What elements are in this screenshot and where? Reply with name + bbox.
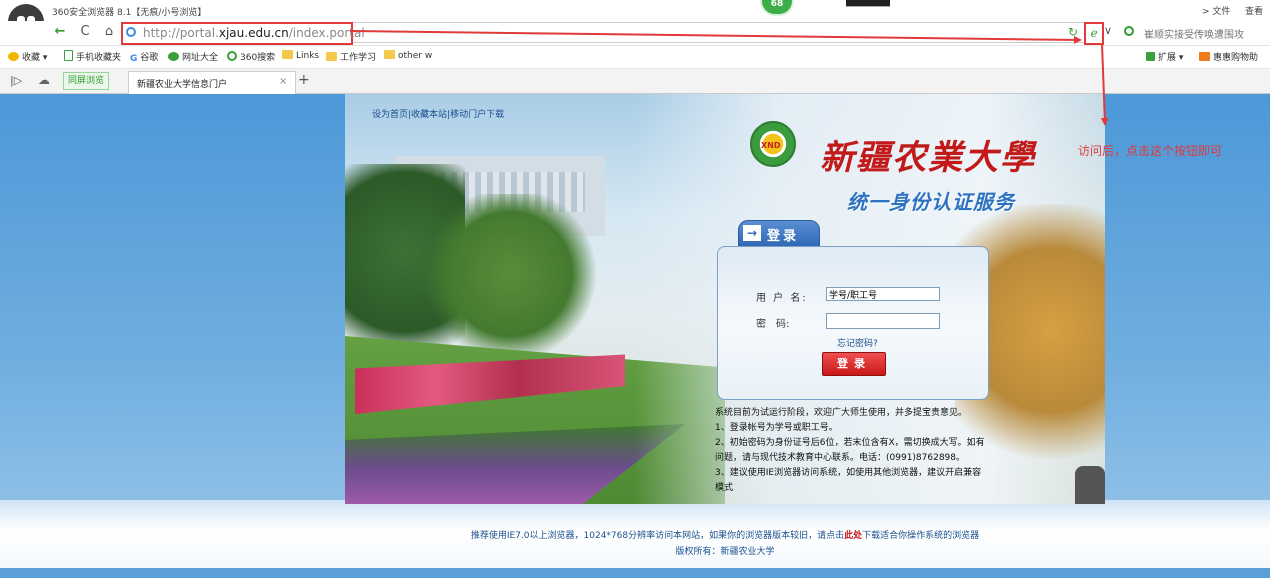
bookmark-label: 收藏 [22,53,41,63]
footer-hint-b: 下载适合你操作系统的浏览器 [862,531,980,541]
notice-text: 系统目前为试运行阶段，欢迎广大师生使用，并多提宝贵意见。 1、登录帐号为学号或职… [715,406,990,496]
footer-download-link[interactable]: 此处 [844,531,862,541]
bookmark-label: 工作学习 [340,53,377,63]
password-label: 密 码: [756,319,790,330]
shopping-icon [1199,52,1210,61]
chevron-down-icon[interactable]: ∨ [1104,24,1112,37]
bookmark-links[interactable]: Links [282,50,319,61]
cloud-icon[interactable]: ☁ [38,73,50,87]
annotation-text: 访问后，点击这个按钮即可 [1078,144,1223,158]
hero-banner: 设为首页|收藏本站|移动门户下载 XND 新疆农業大學 统一身份认证服务 → 登… [345,94,1105,504]
address-field-background[interactable] [350,22,1084,43]
bookmark-label: other w [398,51,433,61]
globe-icon [126,27,136,37]
notice-line: 系统目前为试运行阶段，欢迎广大师生使用，并多提宝贵意见。 [715,408,968,418]
arrow-right-icon: → [743,225,761,241]
forgot-password-link[interactable]: 忘记密码? [837,336,878,349]
compat-mode-button[interactable]: ℯ [1084,22,1104,45]
folder-icon [384,50,395,59]
username-input[interactable] [826,287,940,301]
bookmark-label: 网址大全 [182,53,219,63]
notice-line: 3、建议使用IE浏览器访问系统，如使用其他浏览器，建议开启兼容模式 [715,468,982,493]
bookmark-360search[interactable]: 360搜索 [227,50,275,63]
menu-file[interactable]: > 文件 [1202,4,1230,17]
bookmark-label: 手机收藏夹 [76,53,122,63]
phone-icon [64,50,73,61]
home-icon[interactable]: ⌂ [101,24,117,40]
bookmark-hao[interactable]: 网址大全 [168,50,218,63]
login-tab-label: 登录 [767,229,800,244]
footer-hint-a: 推荐使用IE7.0以上浏览器，1024*768分辨率访问本网站，如果你的浏览器版… [470,531,845,541]
bookmark-work[interactable]: 工作学习 [326,50,376,63]
new-tab-button[interactable]: + [298,72,310,88]
bookmark-other[interactable]: other w [384,50,432,61]
split-view-button[interactable]: 同屏浏览 [63,72,110,90]
extensions-button[interactable]: 扩展 ▾ [1146,50,1183,63]
tab-title: 新疆农业大学信息门户 [137,80,228,90]
login-tab: → 登录 [738,220,820,248]
footer-browser-hint: 推荐使用IE7.0以上浏览器，1024*768分辨率访问本网站，如果你的浏览器版… [0,528,1270,541]
address-bar[interactable]: http://portal.xjau.edu.cn/index.portal [121,22,365,45]
url-path: /index.portal [288,26,365,40]
folder-icon [326,52,337,61]
search-icon [227,51,237,61]
menu-view[interactable]: 查看 [1245,4,1263,17]
site-icon [168,52,179,61]
tree-middle [415,194,605,354]
close-icon[interactable]: × [279,76,287,87]
network-meter-icon [846,0,890,7]
login-button[interactable]: 登录 [822,352,886,376]
url-prefix: http://portal. [143,26,219,40]
auth-service-title: 统一身份认证服务 [847,190,1015,214]
google-icon: G [130,54,138,64]
security-refresh-icon[interactable]: ↻ [1068,25,1078,39]
login-panel: 用 户 名: 密 码: 忘记密码? 登录 [717,246,989,400]
people-figure [1075,466,1105,504]
emblem-label: XND [761,141,781,150]
portal-top-links[interactable]: 设为首页|收藏本站|移动门户下载 [372,107,504,120]
extension-icon [1146,52,1155,61]
folder-icon [282,50,293,59]
bookmark-label: 360搜索 [240,53,276,63]
search-input[interactable]: 崔顺实接受传唤遭围攻 [1144,26,1244,41]
bookmark-label: Links [296,51,320,61]
url-text: http://portal.xjau.edu.cn/index.portal [143,26,365,40]
university-name: 新疆农業大學 [820,138,1036,178]
tab-active[interactable]: 新疆农业大学信息门户 × [128,71,296,94]
notice-line: 2、初始密码为身份证号后6位，若末位含有X，需切换成大写。如有问题，请与现代技术… [715,438,985,463]
search-engine-icon[interactable] [1124,26,1134,36]
huihui-button[interactable]: 惠惠购物助 [1199,50,1258,63]
bookmark-label: 谷歌 [140,53,159,63]
bookmark-google[interactable]: G 谷歌 [130,50,159,64]
url-host: xjau.edu.cn [218,26,289,40]
username-label: 用 户 名: [756,293,808,304]
password-input[interactable] [826,313,940,329]
star-icon [8,52,19,61]
notice-line: 1、登录帐号为学号或职工号。 [715,423,838,433]
footer-copyright: 版权所有：新疆农业大学 [675,547,775,557]
bookmark-favorites[interactable]: 收藏 ▾ [8,50,47,63]
extensions-label: 扩展 [1158,53,1177,63]
back-arrow-icon[interactable]: ← [52,24,68,40]
bottom-strip [0,568,1270,578]
bookmark-mobile[interactable]: 手机收藏夹 [64,50,121,63]
huihui-label: 惠惠购物助 [1213,53,1259,63]
window-title: 360安全浏览器 8.1【无痕/小号浏览】 [52,8,207,18]
reload-icon[interactable]: C [77,24,93,40]
sidebar-toggle-icon[interactable]: |▷ [10,74,22,87]
